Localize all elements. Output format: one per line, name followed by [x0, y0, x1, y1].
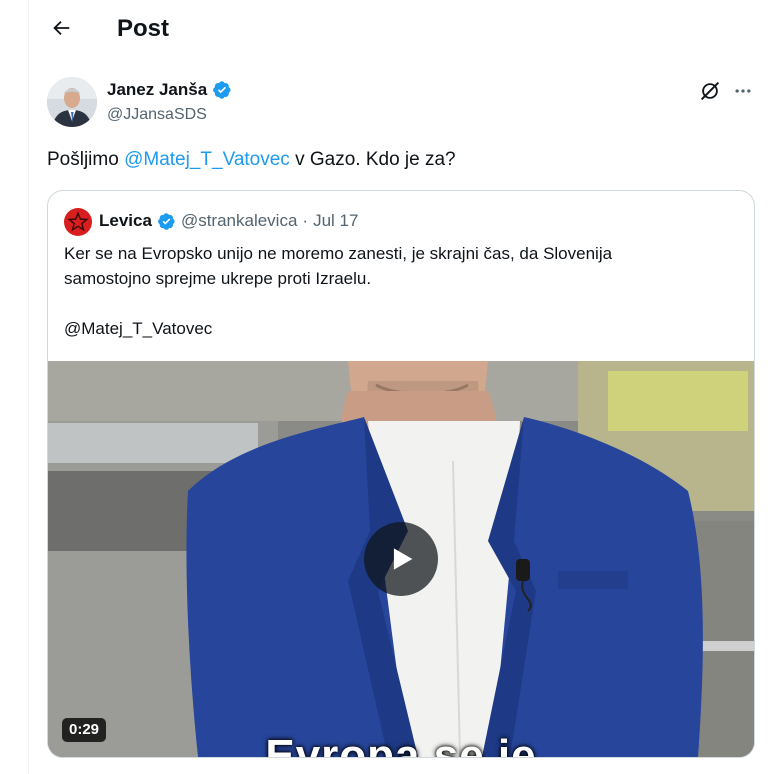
author-name[interactable]: Janez Janša	[107, 79, 232, 101]
grok-button[interactable]	[697, 78, 723, 104]
quote-mention: @Matej_T_Vatovec	[64, 319, 213, 338]
post-text: Pošljimo @Matej_T_Vatovec v Gazo. Kdo je…	[47, 147, 456, 173]
avatar[interactable]	[47, 77, 97, 127]
quote-date[interactable]: Jul 17	[313, 209, 358, 233]
quote-header: Levica @strankalevica · Jul 17	[99, 209, 358, 233]
video-duration: 0:29	[62, 718, 107, 742]
quote-avatar[interactable]	[64, 208, 92, 236]
mention-link[interactable]: @Matej_T_Vatovec	[124, 149, 290, 170]
author-handle[interactable]: @JJansaSDS	[107, 104, 207, 126]
quote-text: Ker se na Evropsko unijo ne moremo zanes…	[64, 241, 724, 341]
more-icon	[735, 89, 751, 93]
video-caption: Evropa se je	[265, 731, 537, 757]
quoted-post[interactable]: Levica @strankalevica · Jul 17 Ker se na…	[47, 190, 755, 758]
author-name-text: Janez Janša	[107, 80, 208, 99]
meta-separator: ·	[302, 211, 309, 230]
column-border	[28, 0, 29, 774]
verified-badge-icon	[157, 212, 175, 230]
page-title: Post	[117, 15, 170, 42]
arrow-left-icon	[53, 20, 70, 36]
post-text-end: v Gazo. Kdo je za?	[289, 149, 456, 170]
verified-badge-icon	[213, 81, 231, 99]
quote-text-line: samostojno sprejme ukrepe proti Izraelu.	[64, 269, 372, 288]
back-button[interactable]	[43, 10, 79, 46]
more-button[interactable]	[730, 78, 756, 104]
play-button[interactable]	[364, 522, 438, 596]
page-header: Post	[29, 0, 774, 62]
avatar-photo	[47, 77, 97, 127]
quote-text-line: Ker se na Evropsko unijo ne moremo zanes…	[64, 244, 613, 263]
quote-author-handle[interactable]: @strankalevica	[181, 209, 297, 233]
star-logo	[67, 211, 89, 232]
post-text-start: Pošljimo	[47, 149, 125, 170]
quote-author-name[interactable]: Levica	[99, 209, 152, 233]
play-icon	[393, 548, 413, 570]
grok-icon	[701, 82, 719, 100]
video-player[interactable]: Evropa se je 0:29	[48, 361, 754, 757]
